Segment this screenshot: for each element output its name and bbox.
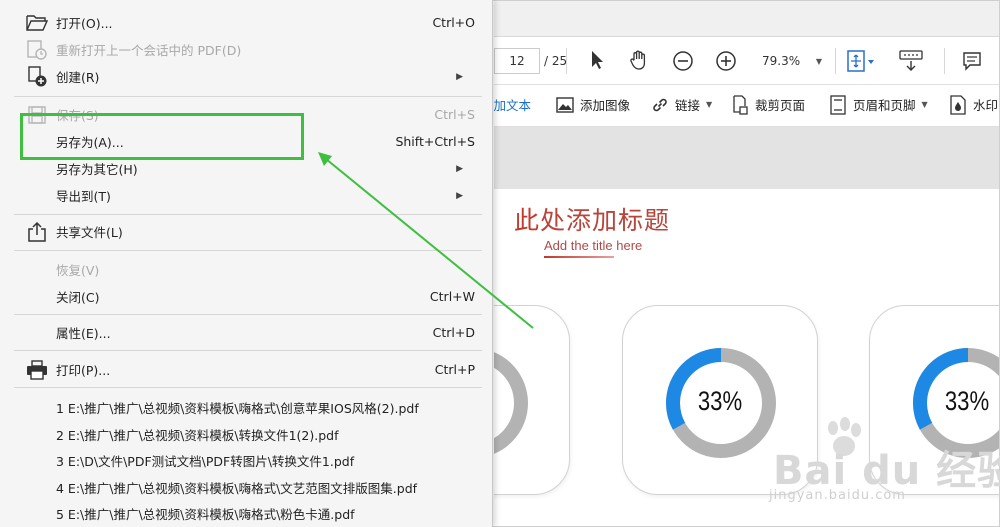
printer-icon bbox=[26, 359, 48, 381]
menu-item-label: 另存为其它(H) bbox=[56, 162, 138, 177]
menu-item-shortcut: Ctrl+W bbox=[429, 289, 475, 304]
doc-title: 此处添加标题 bbox=[514, 201, 670, 237]
menu-item-open[interactable]: 打开(O)... Ctrl+O bbox=[0, 9, 493, 36]
submenu-arrow-icon: ▶ bbox=[456, 71, 463, 82]
menu-item-label: 创建(R) bbox=[56, 70, 100, 85]
main-toolbar: 12 / 25 79.3% ▼ bbox=[494, 37, 999, 85]
recent-file-label: 3 E:\D\文件\PDF测试文档\PDF转图片\转换文件1.pdf bbox=[56, 454, 355, 469]
baidu-watermark: Bai du 经验 jingyan.baidu.com bbox=[753, 416, 1000, 516]
header-footer-button[interactable]: 页眉和页脚 ▼ bbox=[829, 94, 928, 115]
watermark-url: jingyan.baidu.com bbox=[769, 488, 906, 503]
watermark-label: 水印 bbox=[973, 98, 999, 113]
recent-file-label: 5 E:\推广\推广\总视频\资料模板\嗨格式\粉色卡通.pdf bbox=[56, 507, 355, 522]
zoom-level-value: 79.3% bbox=[762, 54, 801, 68]
menu-divider bbox=[14, 314, 482, 315]
share-icon bbox=[26, 221, 48, 243]
menu-item-create[interactable]: 创建(R) ▶ bbox=[0, 63, 493, 90]
menu-item-label: 打印(P)... bbox=[56, 363, 111, 378]
recent-file-item[interactable]: 5 E:\推广\推广\总视频\资料模板\嗨格式\粉色卡通.pdf bbox=[0, 500, 493, 527]
menu-divider bbox=[14, 250, 482, 251]
reopen-pdf-icon bbox=[26, 39, 48, 61]
menu-item-label: 恢复(V) bbox=[56, 263, 100, 278]
header-footer-icon bbox=[829, 94, 847, 115]
menu-item-shortcut: Shift+Ctrl+S bbox=[395, 134, 475, 149]
menu-item-close[interactable]: 关闭(C) Ctrl+W bbox=[0, 283, 493, 310]
chevron-down-icon: ▼ bbox=[815, 56, 822, 66]
menu-item-shortcut: Ctrl+P bbox=[434, 362, 475, 377]
chevron-down-icon: ▼ bbox=[706, 100, 713, 109]
page-total: / 25 bbox=[544, 54, 568, 68]
doc-title-first: 此 bbox=[514, 206, 541, 235]
folder-open-icon bbox=[26, 12, 48, 34]
link-label: 链接 bbox=[675, 98, 701, 113]
link-button[interactable]: 链接 ▼ bbox=[651, 95, 712, 114]
link-icon bbox=[651, 96, 669, 114]
highlight-box bbox=[20, 113, 304, 160]
menu-item-label: 导出到(T) bbox=[56, 189, 111, 204]
menu-item-shortcut: Ctrl+D bbox=[432, 325, 475, 340]
recent-file-label: 4 E:\推广\推广\总视频\资料模板\嗨格式\文艺范图文排版图集.pdf bbox=[56, 481, 418, 496]
menu-divider bbox=[14, 214, 482, 215]
recent-file-item[interactable]: 3 E:\D\文件\PDF测试文档\PDF转图片\转换文件1.pdf bbox=[0, 447, 493, 474]
chevron-down-icon: ▼ bbox=[921, 100, 928, 109]
watermark-button[interactable]: 水印 bbox=[949, 94, 999, 115]
doc-title-underline bbox=[544, 256, 614, 258]
doc-subtitle: Add the title here bbox=[544, 238, 643, 253]
crop-page-icon bbox=[731, 94, 749, 115]
tab-strip bbox=[494, 1, 999, 37]
ring-track bbox=[494, 352, 528, 454]
add-image-label: 添加图像 bbox=[580, 98, 631, 113]
doc-title-rest: 处添加标题 bbox=[540, 206, 671, 235]
submenu-arrow-icon: ▶ bbox=[456, 163, 463, 174]
file-menu: 打开(O)... Ctrl+O 重新打开上一个会话中的 PDF(D) 创建(R)… bbox=[0, 0, 493, 527]
create-pdf-icon bbox=[26, 66, 48, 88]
image-icon bbox=[556, 96, 574, 114]
menu-divider bbox=[14, 387, 482, 388]
page-number-input[interactable]: 12 bbox=[494, 48, 540, 74]
menu-item-label: 关闭(C) bbox=[56, 290, 100, 305]
menu-divider bbox=[14, 350, 482, 351]
recent-file-item[interactable]: 1 E:\推广\推广\总视频\资料模板\嗨格式\创意苹果IOS风格(2).pdf bbox=[0, 394, 493, 421]
fit-page-icon[interactable] bbox=[846, 50, 876, 72]
hand-tool-icon[interactable] bbox=[628, 49, 650, 71]
menu-item-share[interactable]: 共享文件(L) bbox=[0, 218, 493, 245]
progress-value: 33% bbox=[697, 386, 743, 416]
zoom-out-icon[interactable] bbox=[672, 50, 694, 72]
recent-file-label: 2 E:\推广\推广\总视频\资料模板\转换文件1(2).pdf bbox=[56, 428, 339, 443]
menu-divider bbox=[14, 96, 482, 97]
select-pointer-icon[interactable] bbox=[590, 50, 606, 70]
zoom-in-icon[interactable] bbox=[715, 50, 737, 72]
menu-item-properties[interactable]: 属性(E)... Ctrl+D bbox=[0, 319, 493, 346]
recent-file-item[interactable]: 4 E:\推广\推广\总视频\资料模板\嗨格式\文艺范图文排版图集.pdf bbox=[0, 474, 493, 501]
add-image-button[interactable]: 添加图像 bbox=[556, 95, 630, 114]
document-toolbar-gap bbox=[494, 127, 999, 189]
header-footer-label: 页眉和页脚 bbox=[853, 98, 916, 113]
menu-item-label: 重新打开上一个会话中的 PDF(D) bbox=[56, 43, 242, 58]
recent-file-item[interactable]: 2 E:\推广\推广\总视频\资料模板\转换文件1(2).pdf bbox=[0, 421, 493, 448]
menu-item-shortcut: Ctrl+O bbox=[432, 15, 475, 30]
toolbar-divider bbox=[835, 48, 836, 74]
menu-item-label: 属性(E)... bbox=[56, 326, 111, 341]
menu-item-label: 共享文件(L) bbox=[56, 225, 123, 240]
menu-item-print[interactable]: 打印(P)... Ctrl+P bbox=[0, 356, 493, 383]
watermark-icon bbox=[949, 94, 967, 115]
keyboard-scroll-icon[interactable] bbox=[898, 49, 924, 73]
zoom-level-dropdown[interactable]: 79.3% ▼ bbox=[758, 48, 826, 74]
crop-page-label: 裁剪页面 bbox=[755, 98, 806, 113]
progress-card bbox=[494, 305, 570, 495]
menu-item-shortcut: Ctrl+S bbox=[434, 107, 475, 122]
menu-item-revert: 恢复(V) bbox=[0, 256, 493, 283]
toolbar-divider bbox=[944, 48, 945, 74]
menu-item-label: 打开(O)... bbox=[56, 16, 113, 31]
menu-item-reopen: 重新打开上一个会话中的 PDF(D) bbox=[0, 36, 493, 63]
menu-item-export[interactable]: 导出到(T) ▶ bbox=[0, 182, 493, 209]
submenu-arrow-icon: ▶ bbox=[456, 190, 463, 201]
progress-value: 33% bbox=[944, 386, 990, 416]
comment-icon[interactable] bbox=[961, 50, 983, 72]
toolbar-divider bbox=[566, 48, 567, 74]
progress-ring bbox=[494, 348, 528, 458]
crop-page-button[interactable]: 裁剪页面 bbox=[731, 94, 806, 115]
recent-file-label: 1 E:\推广\推广\总视频\资料模板\嗨格式\创意苹果IOS风格(2).pdf bbox=[56, 401, 419, 416]
